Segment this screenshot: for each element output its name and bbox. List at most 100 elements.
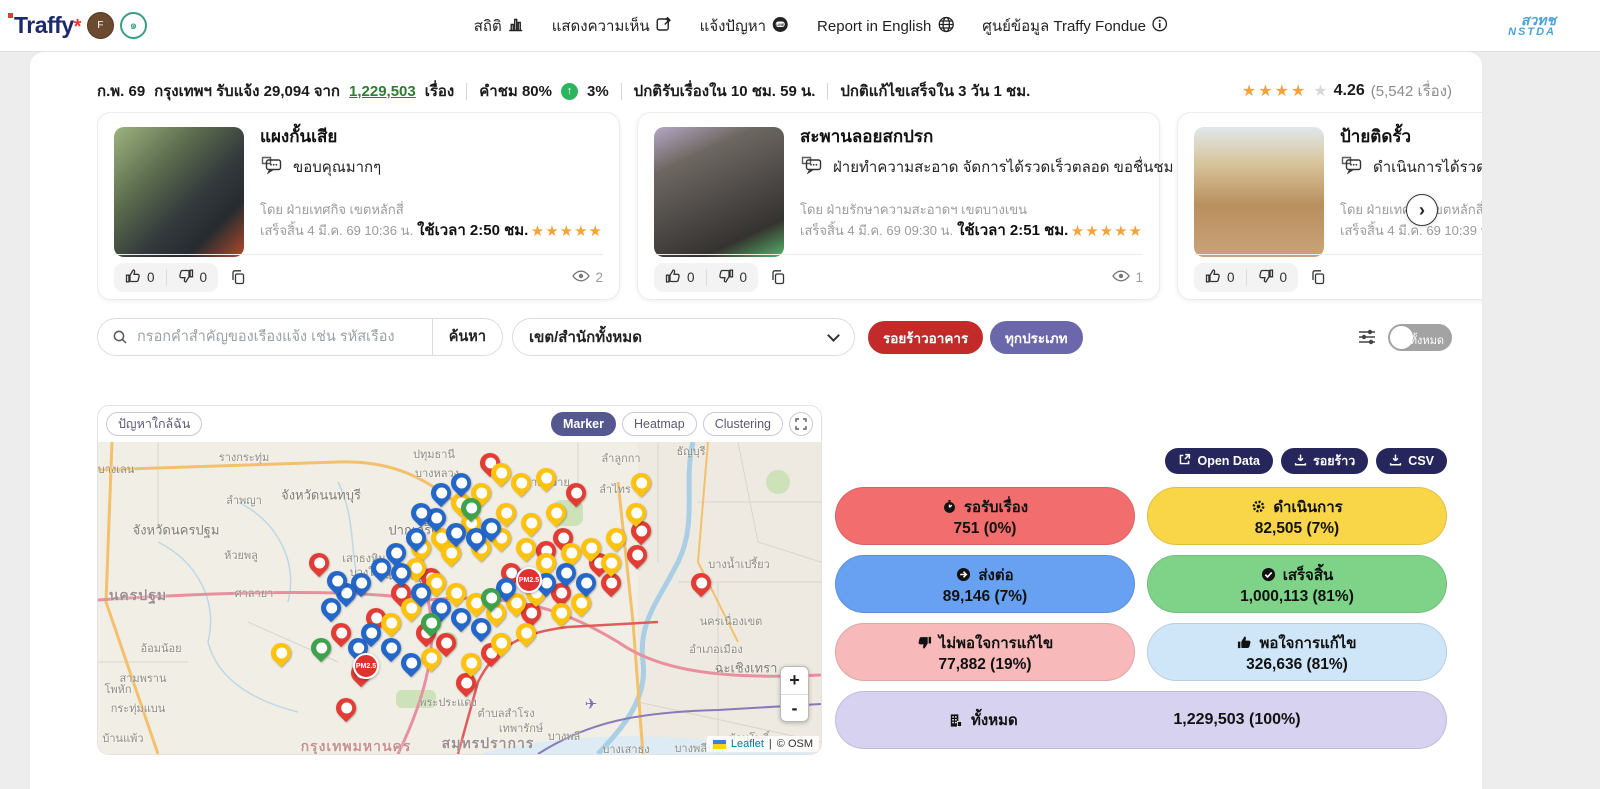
report-card-0[interactable]: แผงกั้นเสียขอบคุณมากๆโดย ฝ่ายเทศกิจ เขตห… (97, 112, 620, 300)
dislike-button[interactable]: 0 (1247, 263, 1299, 292)
status-pill-total[interactable]: ทั้งหมด 1,229,503 (100%) (835, 691, 1447, 749)
copy-button[interactable] (770, 269, 786, 285)
map-pin-marker[interactable] (536, 553, 556, 573)
map-pin-marker[interactable] (411, 503, 431, 523)
map-mode-heatmap[interactable]: Heatmap (622, 412, 697, 436)
nav-item-0[interactable]: สถิติ (474, 14, 524, 38)
map-pin-marker[interactable] (361, 623, 381, 643)
all-toggle[interactable]: ทั้งหมด (1388, 324, 1452, 351)
filter-sliders-icon[interactable] (1356, 326, 1378, 353)
status-pill-4[interactable]: ไม่พอใจการแก้ไข77,882 (19%) (835, 623, 1135, 681)
map-pin-marker[interactable] (441, 543, 461, 563)
map-pin-marker[interactable] (481, 588, 501, 608)
nstda-logo[interactable]: สวทช NSTDA (1508, 13, 1556, 38)
map-pin-marker[interactable] (536, 468, 556, 488)
map-pin-marker[interactable] (516, 623, 536, 643)
dislike-button[interactable]: 0 (167, 263, 219, 292)
search-box[interactable]: ค้นหา (97, 318, 503, 356)
map-pin-marker[interactable] (576, 573, 596, 593)
map-pin-marker[interactable] (431, 483, 451, 503)
map-pin-marker[interactable] (546, 503, 566, 523)
all-types-button[interactable]: ทุกประเภท (990, 321, 1083, 354)
like-button[interactable]: 0 (654, 263, 706, 292)
map-pin-marker[interactable] (336, 698, 356, 718)
search-input[interactable] (137, 329, 432, 345)
carousel-next-button[interactable]: › (1406, 194, 1438, 226)
map-pin-marker[interactable] (391, 563, 411, 583)
map-pin-marker[interactable] (401, 653, 421, 673)
like-button[interactable]: 0 (114, 263, 166, 292)
copy-button[interactable] (1310, 269, 1326, 285)
map-pin-marker[interactable] (627, 545, 647, 565)
zoom-in-button[interactable]: + (781, 667, 808, 694)
osm-link[interactable]: © OSM (777, 738, 813, 750)
map-mode-marker[interactable]: Marker (551, 412, 616, 436)
map-pin-marker[interactable] (566, 483, 586, 503)
nav-item-3[interactable]: Report in English (817, 16, 954, 37)
map-pin-marker[interactable] (456, 673, 476, 693)
like-button[interactable]: 0 (1194, 263, 1246, 292)
map-pin-marker[interactable] (571, 593, 591, 613)
nav-item-4[interactable]: ศูนย์ข้อมูล Traffy Fondue (982, 14, 1168, 38)
map-pin-marker[interactable] (371, 558, 391, 578)
map-pin-marker[interactable] (411, 583, 431, 603)
map-pin-marker[interactable] (321, 598, 341, 618)
map-pin-marker[interactable] (631, 473, 651, 493)
map-pin-marker[interactable] (406, 528, 426, 548)
status-pill-3[interactable]: เสร็จสิ้น1,000,113 (81%) (1147, 555, 1447, 613)
status-pill-5[interactable]: พอใจการแก้ไข326,636 (81%) (1147, 623, 1447, 681)
map-viewport[interactable]: บางเลนรางกระทุ่มปทุมธานีบางหลวงลาดสวายลำ… (98, 442, 821, 754)
map-pin-marker[interactable] (551, 603, 571, 623)
map-pin-marker[interactable] (581, 538, 601, 558)
map-pin-marker[interactable] (606, 528, 626, 548)
map-pin-marker[interactable] (561, 543, 581, 563)
status-pill-2[interactable]: ส่งต่อ89,146 (7%) (835, 555, 1135, 613)
map-pin-marker[interactable] (271, 643, 291, 663)
nav-item-2[interactable]: แจ้งปัญหาLINE (700, 14, 789, 38)
total-reports-link[interactable]: 1,229,503 (349, 83, 416, 100)
map-pin-marker[interactable] (626, 503, 646, 523)
traffy-logo[interactable]: Traffy* F ๑ (14, 12, 147, 39)
leaflet-link[interactable]: Leaflet (731, 738, 764, 750)
map-pin-marker[interactable] (511, 473, 531, 493)
map-pin-marker[interactable] (471, 618, 491, 638)
map-pin-marker[interactable] (556, 563, 576, 583)
map-pin-marker[interactable] (461, 498, 481, 518)
district-dropdown[interactable]: เขต/สำนักทั้งหมด (512, 318, 855, 356)
search-button[interactable]: ค้นหา (432, 319, 502, 355)
zoom-out-button[interactable]: - (781, 694, 808, 721)
status-pill-0[interactable]: รอรับเรื่อง751 (0%) (835, 487, 1135, 545)
csv-download-button[interactable]: CSV (1376, 448, 1447, 474)
pm25-marker[interactable]: PM2.5 (353, 653, 379, 679)
map-pin-marker[interactable] (309, 553, 329, 573)
map-pin-marker[interactable] (421, 648, 441, 668)
report-card-1[interactable]: สะพานลอยสกปรกฝ่ายทำความสะอาด จัดการได้รว… (637, 112, 1160, 300)
map-pin-marker[interactable] (516, 538, 536, 558)
open-data-button[interactable]: Open Data (1165, 448, 1273, 474)
crack-download-button[interactable]: รอยร้าว (1281, 448, 1368, 474)
map-pin-marker[interactable] (691, 573, 711, 593)
fullscreen-button[interactable] (789, 412, 813, 436)
map-pin-marker[interactable] (381, 638, 401, 658)
map-pin-marker[interactable] (421, 613, 441, 633)
building-crack-button[interactable]: รอยร้าวอาคาร (868, 321, 983, 354)
map-pin-marker[interactable] (491, 463, 511, 483)
map-pin-marker[interactable] (311, 638, 331, 658)
map-pin-marker[interactable] (451, 608, 471, 628)
copy-button[interactable] (230, 269, 246, 285)
map-pin-marker[interactable] (481, 518, 501, 538)
nearby-problems-button[interactable]: ปัญหาใกล้ฉัน (106, 412, 202, 436)
map-pin-marker[interactable] (521, 513, 541, 533)
map-pin-marker[interactable] (446, 523, 466, 543)
nav-item-1[interactable]: แสดงความเห็น (552, 14, 672, 38)
map-pin-marker[interactable] (601, 553, 621, 573)
status-pill-1[interactable]: ดำเนินการ82,505 (7%) (1147, 487, 1447, 545)
pm25-marker[interactable]: PM2.5 (516, 567, 542, 593)
map-pin-marker[interactable] (327, 571, 347, 591)
dislike-button[interactable]: 0 (707, 263, 759, 292)
map-pin-marker[interactable] (491, 633, 511, 653)
map-pin-marker[interactable] (381, 613, 401, 633)
map-pin-marker[interactable] (451, 473, 471, 493)
map-pin-marker[interactable] (461, 653, 481, 673)
map-mode-clustering[interactable]: Clustering (703, 412, 783, 436)
